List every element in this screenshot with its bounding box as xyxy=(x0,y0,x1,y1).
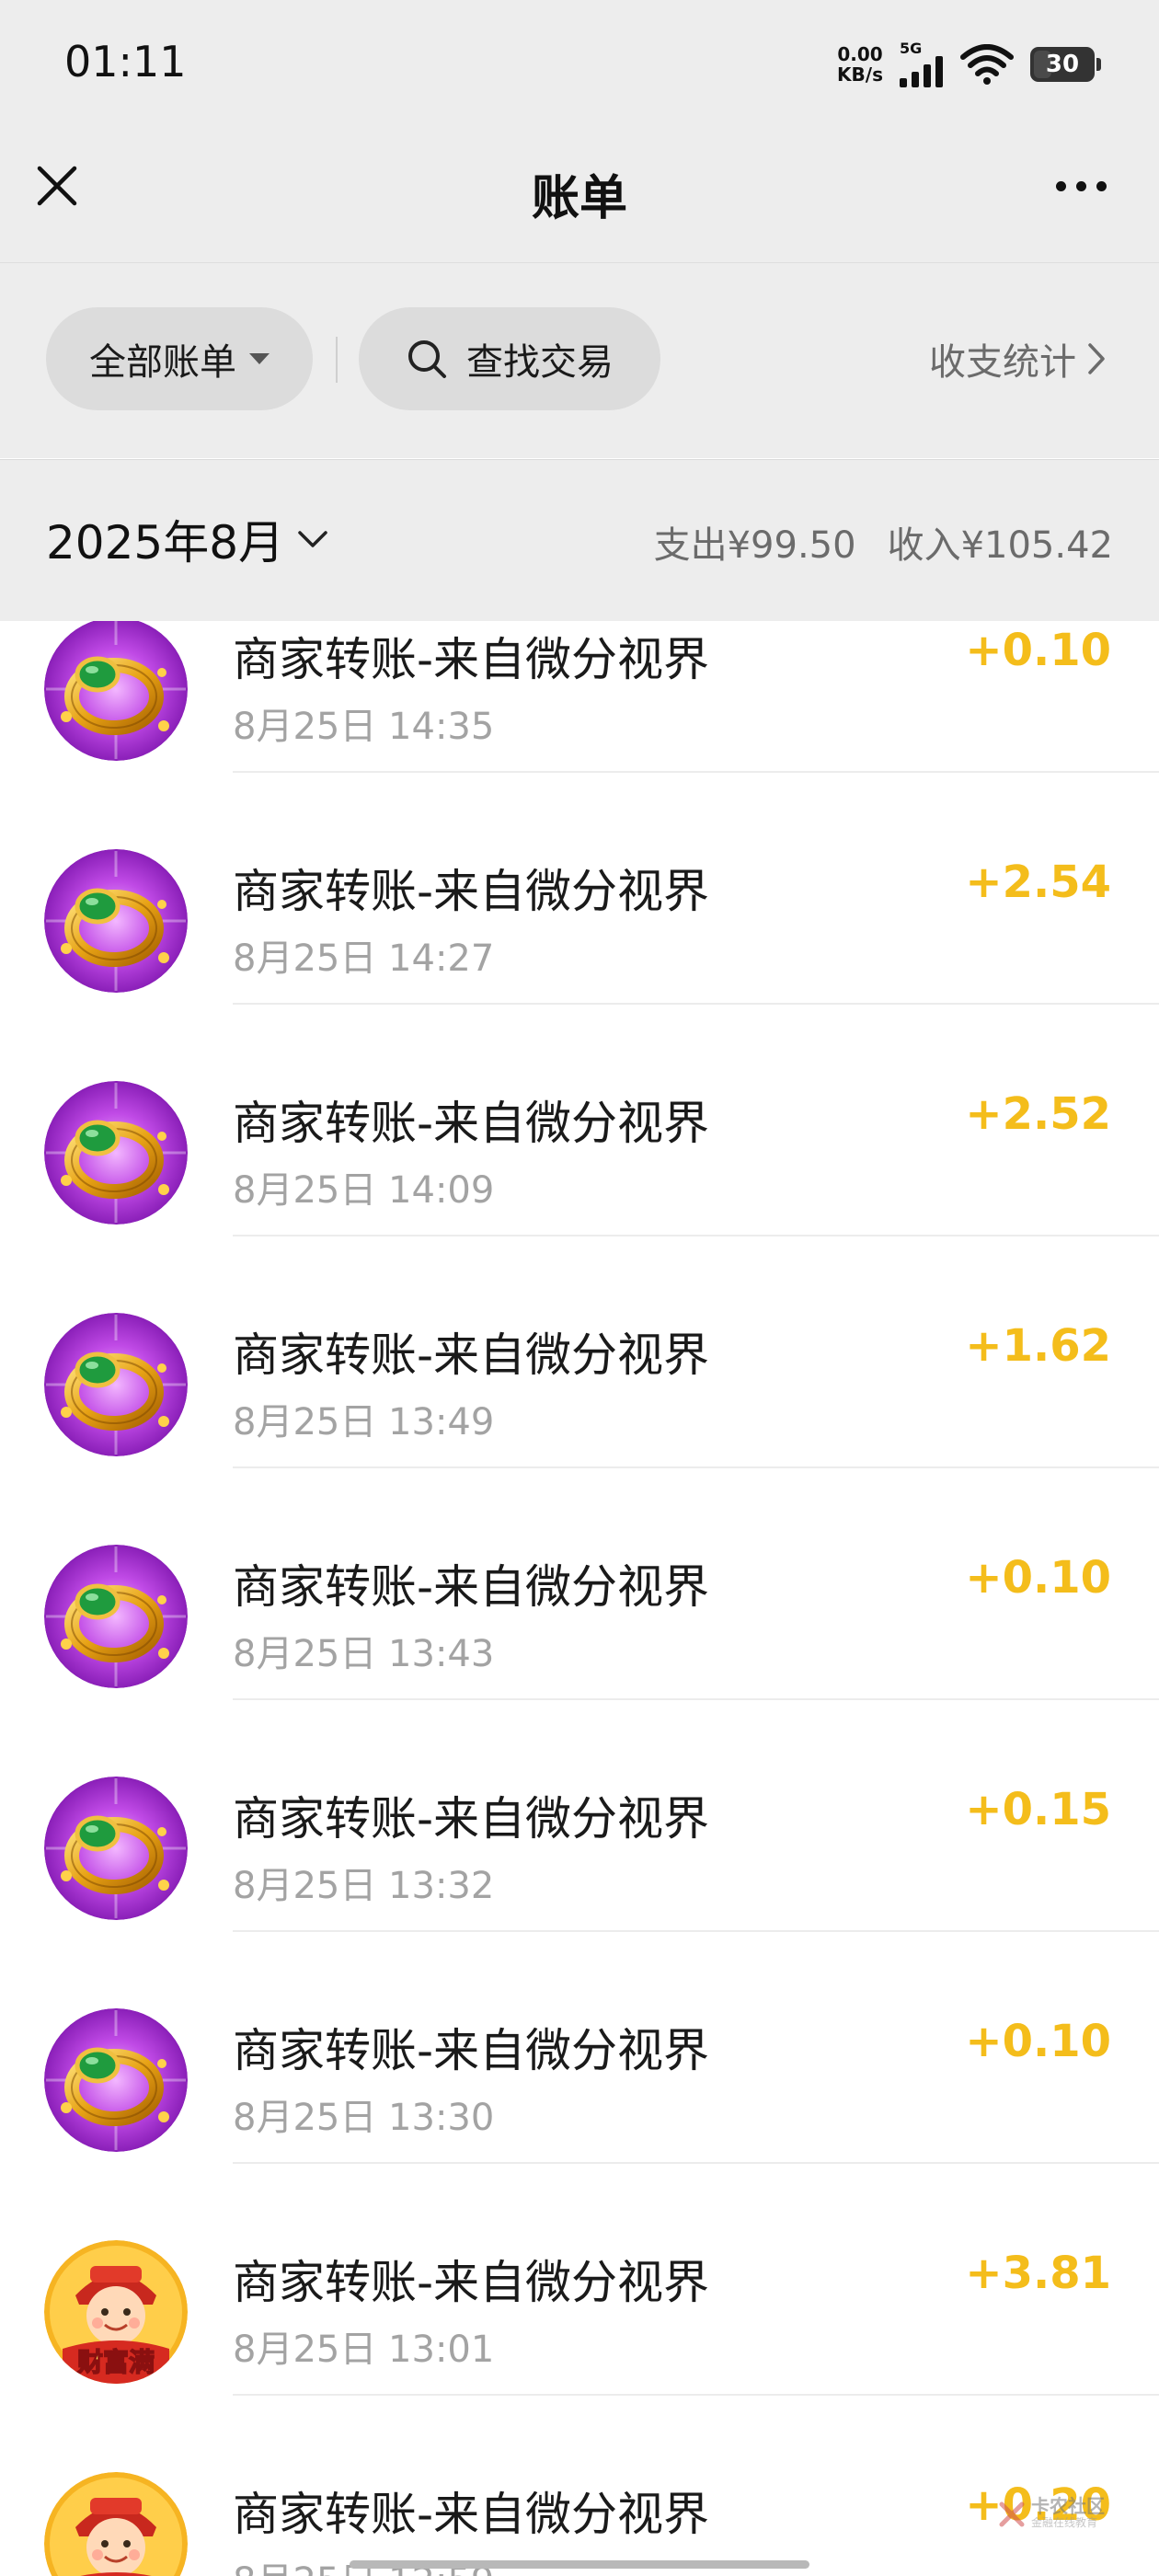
chevron-right-icon xyxy=(1088,343,1105,374)
more-dot-icon xyxy=(1096,180,1107,191)
month-summary-bar: 2025年8月 支出¥99.50 收入¥105.42 xyxy=(0,459,1159,622)
page-title: 账单 xyxy=(531,171,627,226)
transaction-amount: +0.10 xyxy=(965,625,1111,676)
transaction-title: 商家转账-来自微分视界 xyxy=(233,2488,710,2541)
network-type: 5G xyxy=(900,40,923,57)
transaction-title: 商家转账-来自微分视界 xyxy=(233,2024,710,2077)
battery-icon: 30 xyxy=(1030,47,1101,82)
transaction-list-scroll: 商家转账-来自微分视界 8月25日 14:35 +0.10 商家转账-来自微分视界 8月… xyxy=(0,621,1159,2576)
income-expense-stats-link[interactable]: 收支统计 xyxy=(929,332,1106,385)
transaction-row[interactable]: 商家转账-来自微分视界 8月25日 13:30 +0.10 xyxy=(0,1929,1159,2164)
more-dot-icon xyxy=(1075,180,1086,191)
transaction-list: 商家转账-来自微分视界 8月25日 14:35 +0.10 商家转账-来自微分视界 8月… xyxy=(0,621,1159,2576)
svg-text:财富满: 财富满 xyxy=(77,2347,155,2377)
all-bills-dropdown[interactable]: 全部账单 xyxy=(46,307,313,410)
transaction-time: 8月25日 13:43 xyxy=(233,1633,495,1675)
wifi-icon xyxy=(960,44,1014,85)
transaction-time: 8月25日 14:27 xyxy=(233,937,495,980)
transaction-time: 8月25日 13:30 xyxy=(233,2097,495,2139)
battery-percent: 30 xyxy=(1045,51,1080,78)
transaction-time: 8月25日 14:09 xyxy=(233,1169,495,1212)
transaction-row[interactable]: 商家转账-来自微分视界 8月25日 14:27 +2.54 xyxy=(0,770,1159,1005)
watermark-logo-icon xyxy=(999,2501,1025,2527)
more-button[interactable] xyxy=(1049,166,1113,206)
status-time: 01:11 xyxy=(64,37,187,86)
transaction-amount: +0.10 xyxy=(965,2016,1111,2067)
transaction-title: 商家转账-来自微分视界 xyxy=(233,1097,710,1150)
transaction-amount: +0.15 xyxy=(965,1784,1111,1835)
month-totals: 支出¥99.50 收入¥105.42 xyxy=(654,515,1113,569)
gold-ring-icon xyxy=(44,1777,188,1920)
transaction-row[interactable]: 商家转账-来自微分视界 8月25日 14:35 +0.10 xyxy=(0,621,1159,773)
more-dot-icon xyxy=(1055,180,1066,191)
income-total: 收入¥105.42 xyxy=(887,524,1113,567)
search-label: 查找交易 xyxy=(466,341,614,384)
transaction-time: 8月25日 14:35 xyxy=(233,706,495,748)
search-transactions-button[interactable]: 查找交易 xyxy=(359,307,660,410)
cellular-signal: 5G xyxy=(900,41,944,87)
transaction-row[interactable]: 财富满商家转账-来自微分视界8月25日 12:59+0.20 xyxy=(0,2393,1159,2576)
month-label: 2025年8月 xyxy=(46,516,285,569)
home-indicator[interactable] xyxy=(350,2560,809,2569)
gold-ring-icon xyxy=(44,1545,188,1688)
gold-ring-icon xyxy=(44,849,188,993)
transaction-row[interactable]: 财富满 商家转账-来自微分视界 8月25日 13:01 +3.81 xyxy=(0,2161,1159,2396)
net-speed-value: 0.00 xyxy=(837,43,883,65)
transaction-title: 商家转账-来自微分视界 xyxy=(233,633,710,686)
stats-label: 收支统计 xyxy=(929,341,1076,384)
search-icon xyxy=(408,340,446,378)
transaction-title: 商家转账-来自微分视界 xyxy=(233,1560,710,1614)
caret-down-icon xyxy=(249,353,270,364)
transaction-time: 8月25日 13:01 xyxy=(233,2329,495,2371)
transaction-row[interactable]: 商家转账-来自微分视界 8月25日 14:09 +2.52 xyxy=(0,1002,1159,1236)
net-speed-unit: KB/s xyxy=(837,63,883,86)
transaction-row[interactable]: 商家转账-来自微分视界 8月25日 13:43 +0.10 xyxy=(0,1466,1159,1700)
watermark: 卡农社区 金融在线教育 xyxy=(998,2495,1118,2534)
gold-ring-icon xyxy=(44,1081,188,1225)
transaction-title: 商家转账-来自微分视界 xyxy=(233,1328,710,1382)
fortune-god-icon: 财富满 xyxy=(44,2472,188,2576)
month-selector[interactable]: 2025年8月 xyxy=(46,506,328,572)
nav-bar: 账单 xyxy=(0,129,1159,263)
transaction-row[interactable]: 商家转账-来自微分视界 8月25日 13:32 +0.15 xyxy=(0,1697,1159,1932)
signal-bars-icon xyxy=(900,56,943,87)
transaction-amount: +0.10 xyxy=(965,1552,1111,1604)
filter-bar: 全部账单 查找交易 收支统计 xyxy=(0,263,1159,458)
transaction-amount: +2.54 xyxy=(965,857,1111,908)
expense-total: 支出¥99.50 xyxy=(653,524,856,567)
status-icons: 0.00 KB/s 5G 30 xyxy=(837,37,1101,92)
filter-divider xyxy=(336,337,338,383)
gold-ring-icon xyxy=(44,1313,188,1456)
net-speed: 0.00 KB/s xyxy=(837,44,883,85)
transaction-row[interactable]: 商家转账-来自微分视界 8月25日 13:49 +1.62 xyxy=(0,1234,1159,1468)
fortune-god-icon: 财富满 xyxy=(44,2240,188,2384)
transaction-time: 8月25日 13:32 xyxy=(233,1865,495,1907)
watermark-subtitle: 金融在线教育 xyxy=(1031,2516,1098,2529)
gold-ring-icon xyxy=(44,2008,188,2152)
transaction-amount: +2.52 xyxy=(965,1088,1111,1140)
all-bills-label: 全部账单 xyxy=(89,341,236,384)
gold-ring-icon xyxy=(44,621,188,761)
transaction-title: 商家转账-来自微分视界 xyxy=(233,1792,710,1846)
status-bar: 01:11 0.00 KB/s 5G 30 xyxy=(0,0,1159,129)
transaction-amount: +3.81 xyxy=(965,2248,1111,2299)
transaction-title: 商家转账-来自微分视界 xyxy=(233,2256,710,2309)
transaction-title: 商家转账-来自微分视界 xyxy=(233,865,710,918)
watermark-title: 卡农社区 xyxy=(1031,2495,1105,2517)
chevron-down-icon xyxy=(298,531,327,547)
transaction-time: 8月25日 13:49 xyxy=(233,1401,495,1443)
transaction-amount: +1.62 xyxy=(965,1320,1111,1372)
